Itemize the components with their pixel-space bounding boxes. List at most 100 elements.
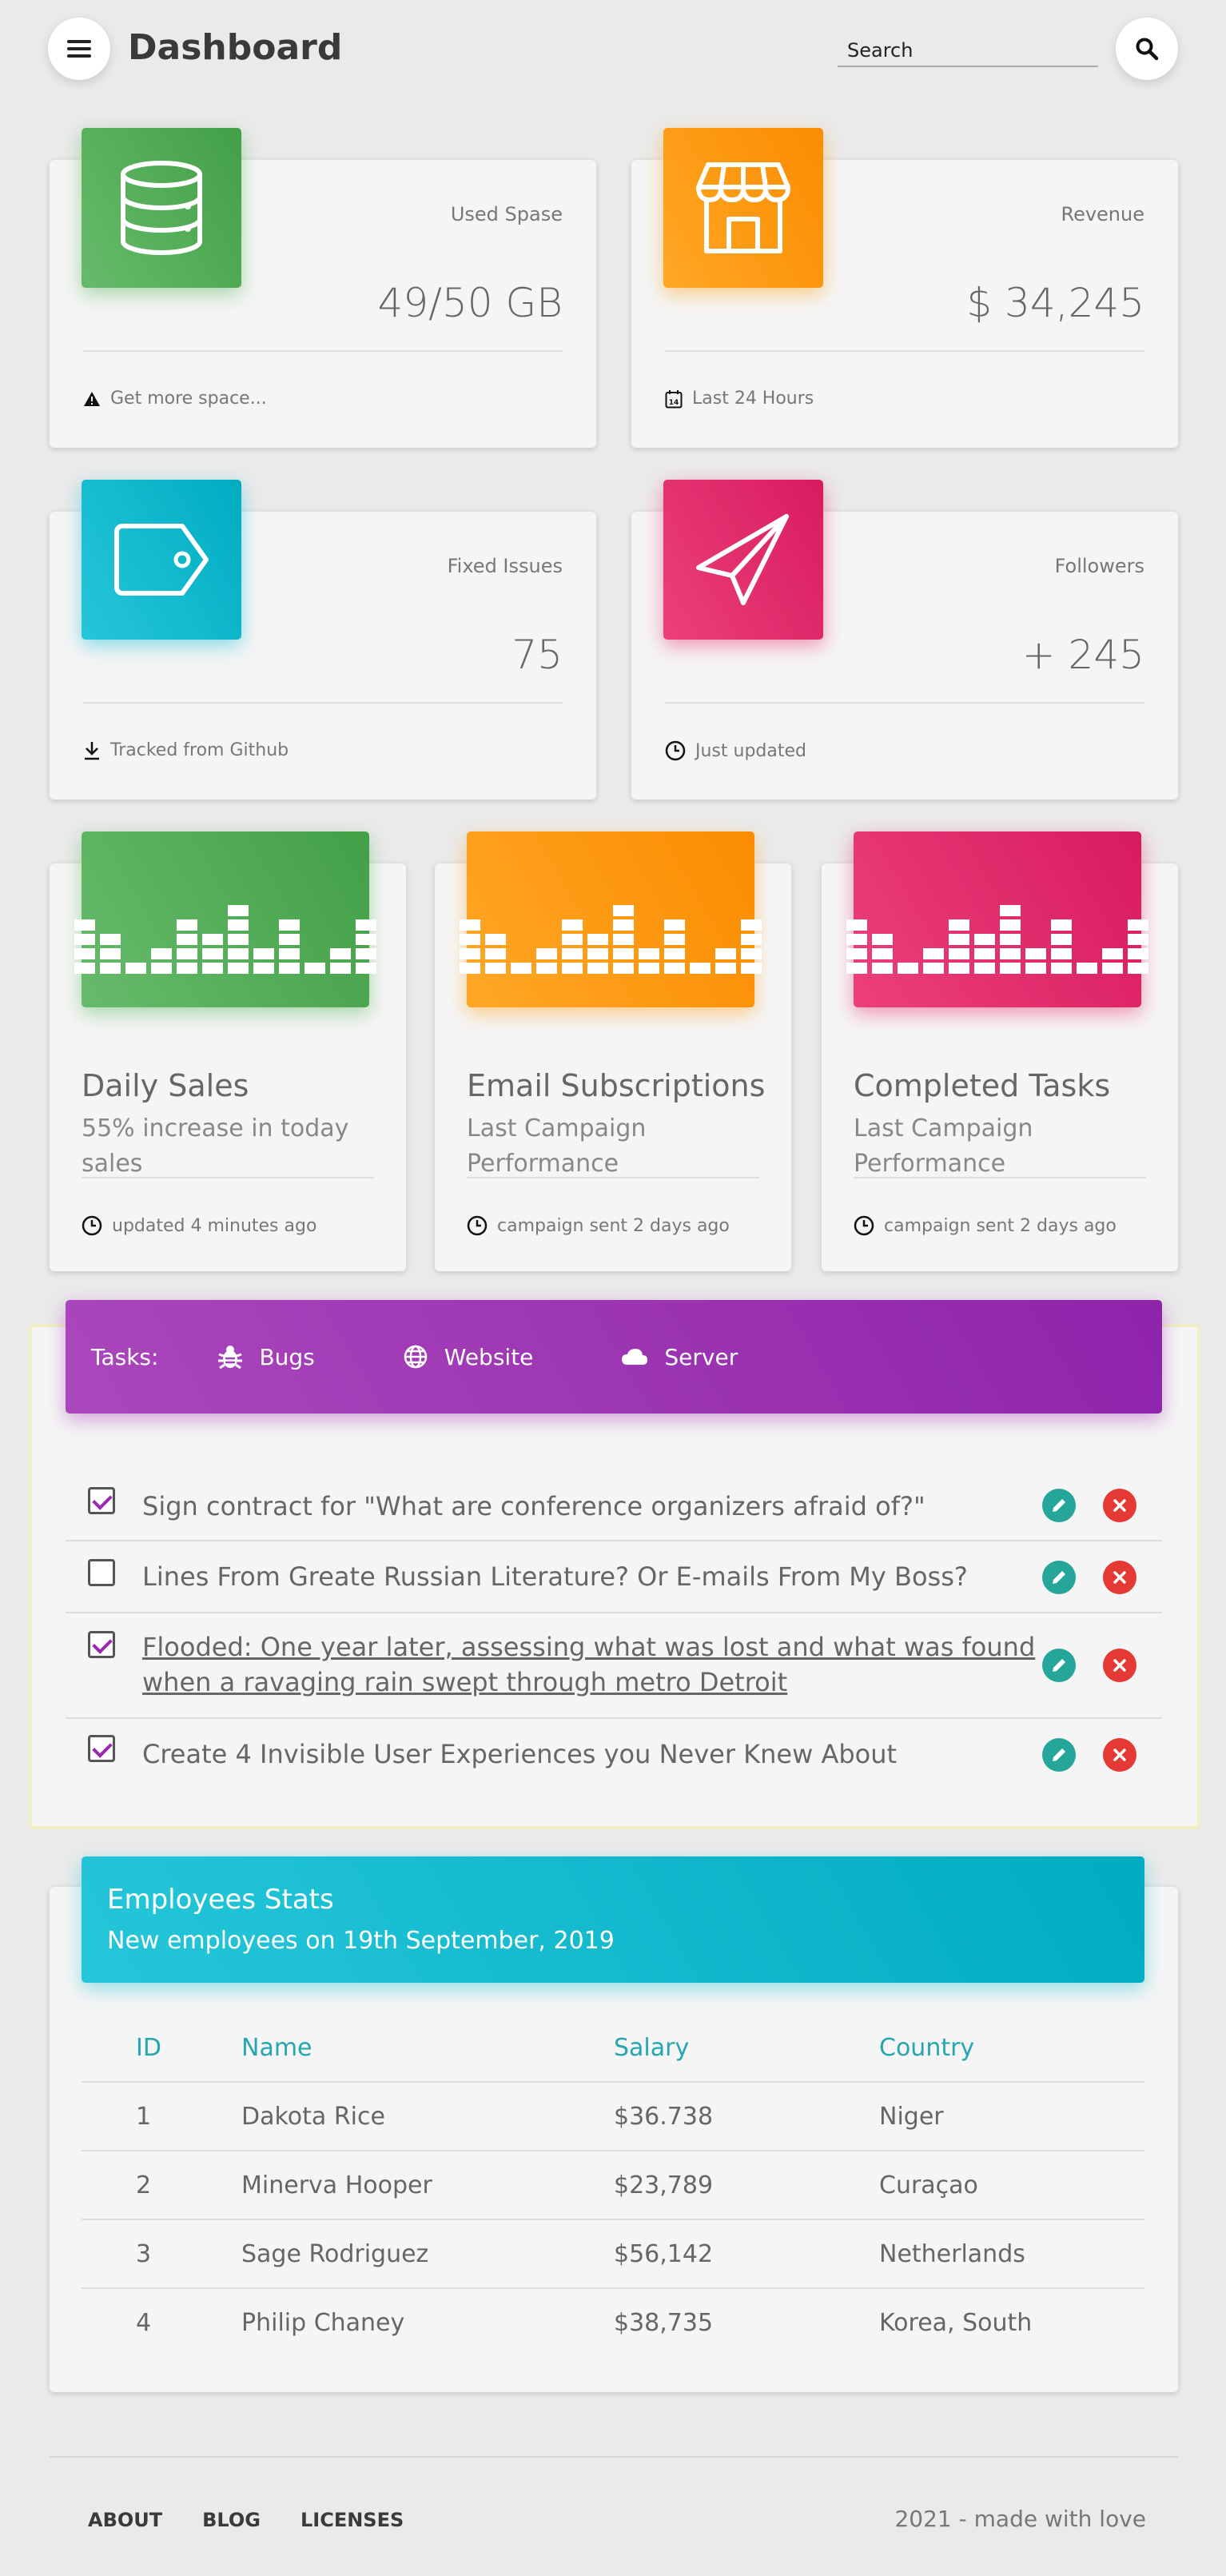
equalizer-column [613, 905, 634, 974]
equalizer-block [1051, 963, 1072, 974]
equalizer-block [279, 934, 300, 945]
equalizer-block [949, 934, 969, 945]
equalizer-block [949, 963, 969, 974]
equalizer-block [330, 948, 351, 959]
card-divider [467, 1177, 759, 1178]
equalizer-block [228, 934, 249, 945]
equalizer-block [536, 948, 557, 959]
footer-links: ABOUT BLOG LICENSES [88, 2509, 404, 2531]
warning-icon [84, 391, 100, 406]
equalizer-block [279, 948, 300, 959]
delete-task-button[interactable] [1103, 1489, 1136, 1522]
equalizer-block [1000, 919, 1021, 931]
stat-card-used-space: Used Spase 49/50 GB Get more space... [50, 128, 596, 448]
edit-task-button[interactable] [1042, 1738, 1076, 1772]
tasks-tabs-header: Tasks: Bugs Website Server [66, 1300, 1162, 1414]
equalizer-block [741, 919, 762, 931]
equalizer-column [1077, 963, 1097, 974]
equalizer-column [279, 919, 300, 974]
search-button[interactable] [1116, 18, 1178, 80]
equalizer-block [253, 948, 274, 959]
tab-website[interactable]: Website [403, 1344, 533, 1370]
task-checkbox[interactable] [88, 1487, 115, 1514]
equalizer-column [639, 948, 659, 974]
cell-salary: $56,142 [614, 2219, 879, 2289]
delete-task-button[interactable] [1103, 1561, 1136, 1594]
search-input[interactable] [838, 35, 1098, 67]
cell-name: Sage Rodriguez [241, 2219, 614, 2289]
equalizer-column [664, 919, 685, 974]
chart-subtitle: Last Campaign Performance [854, 1115, 1033, 1178]
menu-button[interactable] [48, 18, 110, 80]
delete-task-button[interactable] [1103, 1649, 1136, 1682]
footer-text[interactable]: Get more space... [110, 389, 267, 409]
equalizer-block [1051, 948, 1072, 959]
cell-salary: $23,789 [614, 2151, 879, 2220]
equalizer-block [846, 919, 867, 931]
tab-label: Server [664, 1343, 738, 1370]
equalizer-block [846, 948, 867, 959]
stat-value: 49/50 GB [377, 280, 563, 326]
equalizer-block [613, 963, 634, 974]
stat-label: Fixed Issues [447, 555, 563, 577]
equalizer-block [279, 963, 300, 974]
task-text[interactable]: Flooded: One year later, assessing what … [142, 1629, 1109, 1700]
equalizer-block [460, 934, 480, 945]
equalizer-block [587, 948, 608, 959]
equalizer-column [846, 919, 867, 974]
equalizer-block [923, 948, 944, 959]
equalizer-block [356, 934, 376, 945]
cell-id: 3 [82, 2219, 241, 2289]
chart-tile [460, 831, 762, 1007]
stat-label: Revenue [1061, 203, 1144, 225]
card-footer: Just updated [665, 740, 806, 761]
chart-subtitle: Last Campaign Performance [467, 1115, 647, 1178]
employees-table: ID Name Salary Country 1 Dakota Rice $36… [82, 2015, 1144, 2357]
clock-icon [665, 740, 686, 761]
pencil-icon [1053, 1571, 1065, 1584]
equalizer-block [974, 948, 995, 959]
equalizer-block [715, 948, 736, 959]
tab-bugs[interactable]: Bugs [217, 1344, 315, 1370]
task-text: Sign contract for "What are conference o… [142, 1491, 925, 1521]
equalizer-block [664, 948, 685, 959]
equalizer-block [177, 948, 197, 959]
edit-task-button[interactable] [1042, 1489, 1076, 1522]
cell-id: 4 [136, 2309, 152, 2337]
tag-icon [114, 524, 209, 596]
clock-icon [854, 1215, 874, 1236]
task-checkbox[interactable] [88, 1559, 115, 1586]
footer-text: campaign sent 2 days ago [884, 1215, 1117, 1236]
equalizer-block [100, 963, 121, 974]
equalizer-column [898, 963, 918, 974]
footer-link-blog[interactable]: BLOG [202, 2509, 261, 2531]
edit-task-button[interactable] [1042, 1561, 1076, 1594]
equalizer-block [74, 919, 95, 931]
equalizer-block [151, 948, 172, 959]
stat-card-fixed-issues: Fixed Issues 75 Tracked from Github [50, 480, 596, 800]
card-footer: 14 Last 24 Hours [665, 389, 814, 409]
equalizer-block [511, 963, 531, 974]
equalizer-block [898, 963, 918, 974]
chart-title: Daily Sales [82, 1068, 249, 1103]
task-text: Create 4 Invisible User Experiences you … [142, 1739, 898, 1769]
task-checkbox[interactable] [88, 1631, 115, 1658]
pencil-icon [1053, 1499, 1065, 1512]
calendar-icon: 14 [665, 389, 683, 408]
card-divider [854, 1177, 1146, 1178]
tab-server[interactable]: Server [621, 1344, 738, 1370]
footer-link-about[interactable]: ABOUT [88, 2509, 162, 2531]
equalizer-column [872, 934, 893, 974]
task-checkbox[interactable] [88, 1735, 115, 1762]
equalizer-block [872, 948, 893, 959]
equalizer-block [460, 963, 480, 974]
equalizer-block [356, 963, 376, 974]
edit-task-button[interactable] [1042, 1649, 1076, 1682]
footer-link-licenses[interactable]: LICENSES [301, 2509, 404, 2531]
equalizer-block [562, 963, 583, 974]
equalizer-block [690, 963, 711, 974]
equalizer-block [715, 963, 736, 974]
chart-title: Completed Tasks [854, 1068, 1111, 1103]
chart-card-completed-tasks: Completed Tasks Last Campaign Performanc… [822, 831, 1178, 1271]
delete-task-button[interactable] [1103, 1738, 1136, 1772]
